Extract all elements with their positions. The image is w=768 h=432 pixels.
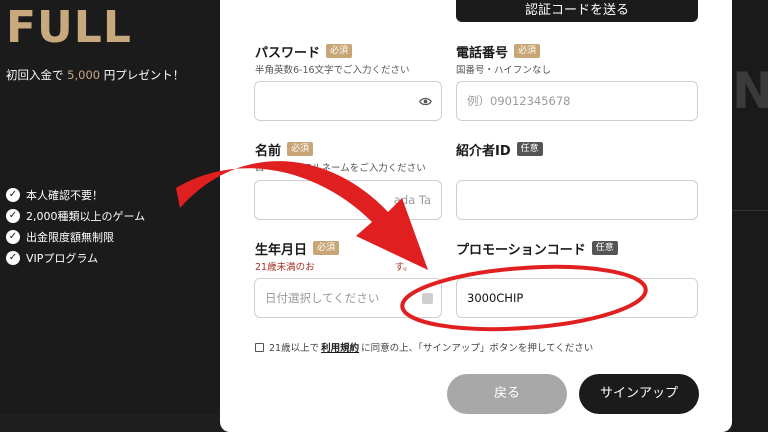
optional-badge: 任意 xyxy=(591,241,618,255)
promo-code-input[interactable]: 3000CHIP xyxy=(456,278,698,318)
name-placeholder: ada Ta xyxy=(393,193,431,207)
name-hint: ローマ字でフルネームをご入力ください xyxy=(255,163,426,174)
name-field-group: 名前 必須 ローマ字でフルネームをご入力ください xyxy=(255,141,426,174)
required-badge: 必須 xyxy=(326,44,353,58)
phone-label: 電話番号 xyxy=(456,45,509,61)
referrer-field-group: 紹介者ID 任意 xyxy=(456,141,543,159)
name-label: 名前 xyxy=(255,143,282,159)
check-icon: ✓ xyxy=(6,229,20,244)
send-auth-code-button[interactable]: 認証コードを送る xyxy=(456,0,698,22)
birthday-label: 生年月日 xyxy=(255,242,308,258)
feature-item: ✓ VIPプログラム xyxy=(6,247,145,268)
birthday-hint: 21歳未満のお す。 xyxy=(255,262,413,273)
required-badge: 必須 xyxy=(313,241,340,255)
promo-panel: FULL 初回入金で 5,000 円プレゼント！ ✓ 本人確認不要！ ✓ 2,000… xyxy=(0,0,220,414)
promo-code-label: プロモーションコード xyxy=(456,242,586,258)
referrer-input[interactable] xyxy=(456,180,698,220)
optional-badge: 任意 xyxy=(516,142,543,156)
promo-code-value: 3000CHIP xyxy=(467,291,524,305)
signup-form: 認証コードを送る パスワード 必須 半角英数6-16文字でご入力ください 電話番… xyxy=(220,0,732,432)
feature-item: ✓ 出金限度額無制限 xyxy=(6,226,145,247)
password-field-group: パスワード 必須 半角英数6-16文字でご入力ください xyxy=(255,43,410,76)
promo-bonus-text: 初回入金で 5,000 円プレゼント！ xyxy=(6,67,184,83)
birthday-placeholder: 日付選択してください xyxy=(265,291,380,305)
agreement-suffix: に同意の上、「サインアップ」ボタンを押してください xyxy=(361,343,594,354)
phone-input[interactable]: 例）09012345678 xyxy=(456,81,698,121)
eye-icon[interactable] xyxy=(419,95,432,108)
feature-item: ✓ 2,000種類以上のゲーム xyxy=(6,205,145,226)
agree-checkbox[interactable] xyxy=(255,342,264,352)
feature-list: ✓ 本人確認不要！ ✓ 2,000種類以上のゲーム ✓ 出金限度額無制限 ✓ VIPプロ… xyxy=(6,184,145,268)
birthday-input[interactable]: 日付選択してください xyxy=(254,278,442,318)
name-input[interactable]: ada Ta xyxy=(254,180,442,220)
required-badge: 必須 xyxy=(514,44,541,58)
check-icon: ✓ xyxy=(6,208,20,223)
background-text: N xyxy=(732,62,768,120)
back-button[interactable]: 戻る xyxy=(447,374,567,414)
background-divider xyxy=(732,210,768,211)
required-badge: 必須 xyxy=(287,142,314,156)
referrer-label: 紹介者ID xyxy=(456,143,511,159)
bonus-suffix: 円プレゼント！ xyxy=(103,68,185,82)
check-icon: ✓ xyxy=(6,250,20,265)
password-hint: 半角英数6-16文字でご入力ください xyxy=(255,65,410,76)
bonus-prefix: 初回入金で xyxy=(6,68,64,82)
agreement-row: 21歳以上で 利用規約 に同意の上、「サインアップ」ボタンを押してください xyxy=(255,340,593,354)
password-input[interactable] xyxy=(254,81,442,121)
promo-title: FULL xyxy=(6,2,132,53)
password-label: パスワード xyxy=(255,45,321,61)
bonus-amount: 5,000 xyxy=(67,68,101,82)
birthday-field-group: 生年月日 必須 21歳未満のお す。 xyxy=(255,240,413,273)
background-page: N xyxy=(732,0,768,432)
signup-button[interactable]: サインアップ xyxy=(579,374,699,414)
calendar-icon[interactable] xyxy=(422,293,433,304)
phone-placeholder: 例）09012345678 xyxy=(467,94,571,108)
check-icon: ✓ xyxy=(6,187,20,202)
agreement-prefix: 21歳以上で xyxy=(269,343,320,354)
phone-hint: 国番号・ハイフンなし xyxy=(456,65,552,76)
feature-item: ✓ 本人確認不要！ xyxy=(6,184,145,205)
phone-field-group: 電話番号 必須 国番号・ハイフンなし xyxy=(456,43,552,76)
promo-code-field-group: プロモーションコード 任意 xyxy=(456,240,618,258)
terms-link[interactable]: 利用規約 xyxy=(321,340,359,354)
